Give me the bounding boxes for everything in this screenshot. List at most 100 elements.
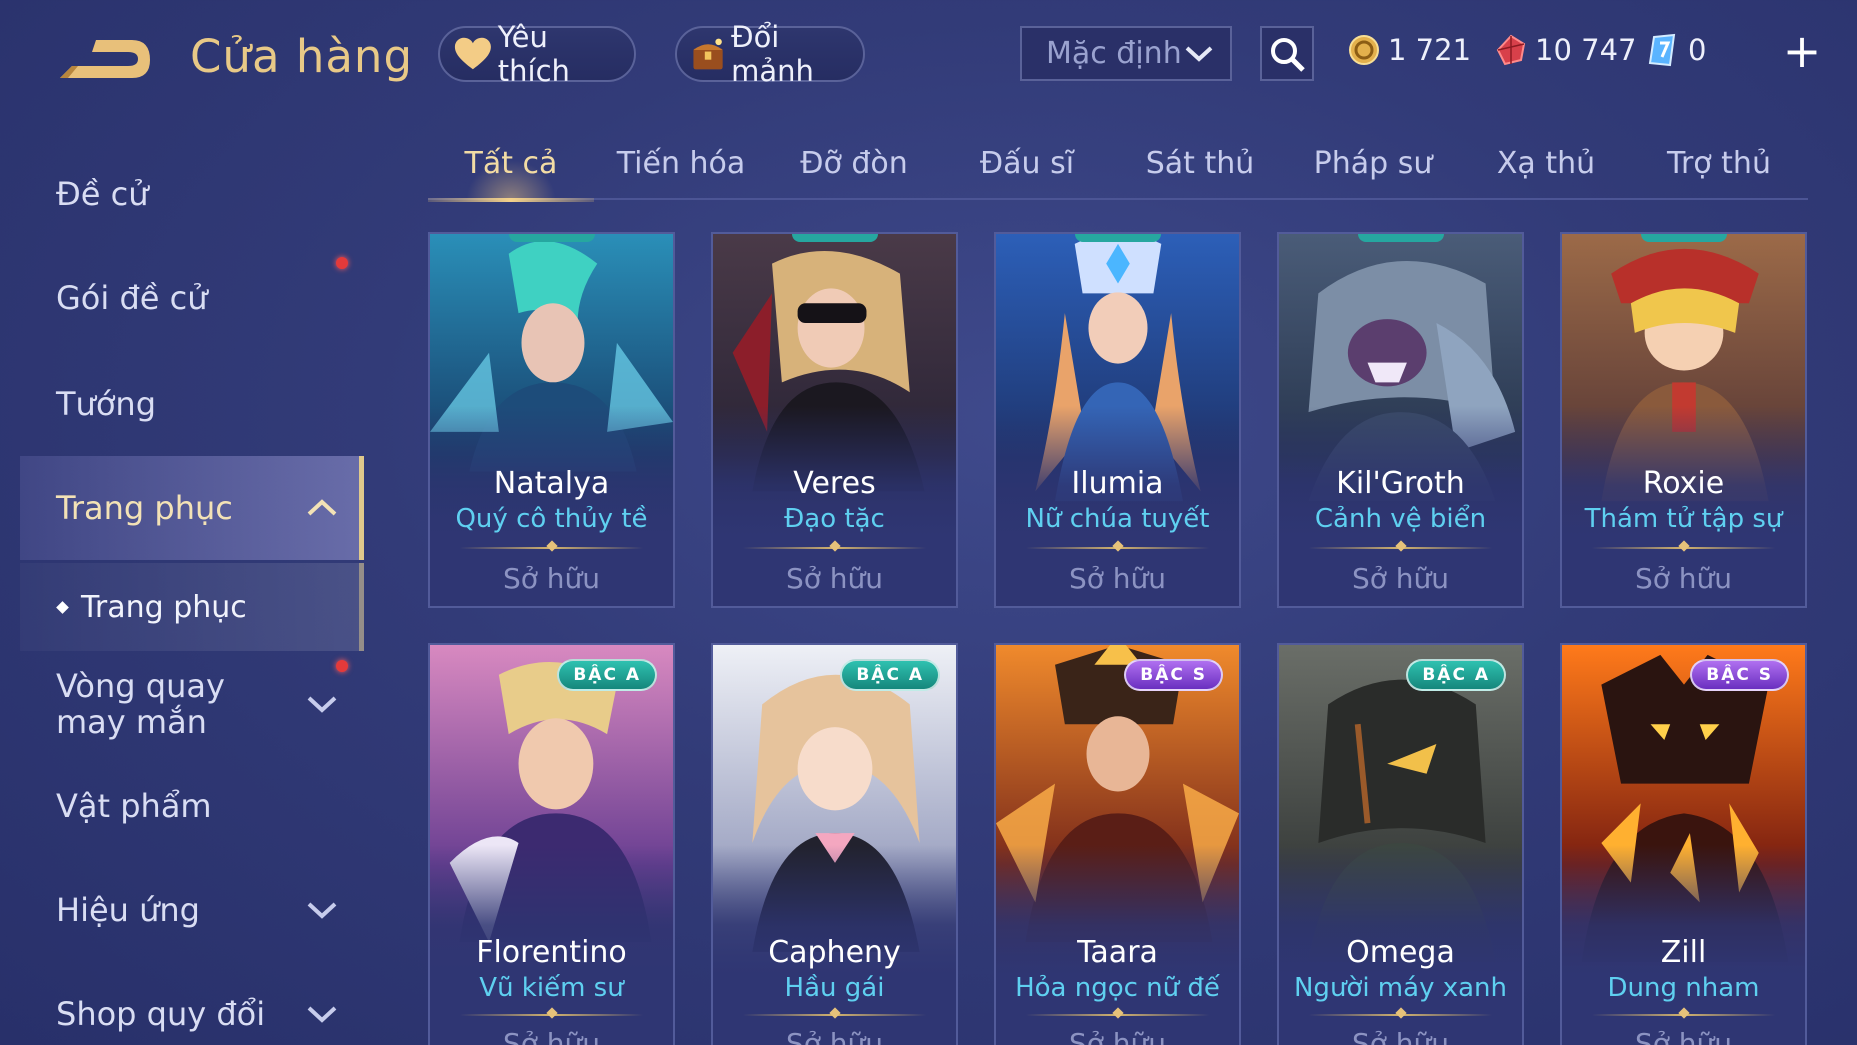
skin-name: Vũ kiếm sư: [479, 973, 624, 1003]
chevron-down-icon: [307, 696, 337, 713]
add-currency-button[interactable]: +: [1782, 26, 1822, 76]
card-divider: [1309, 547, 1492, 549]
chevron-down-icon: [307, 902, 337, 919]
search-icon: [1271, 37, 1305, 72]
ownership-status: Sở hữu: [1634, 562, 1733, 595]
chevron-down-icon: [307, 1006, 337, 1023]
sidebar-item-recommended-packs[interactable]: Gói đề cử: [0, 256, 364, 340]
sidebar-item-label: Đề cử: [56, 175, 149, 213]
sidebar-item-label: Hiệu ứng: [56, 891, 200, 929]
ownership-status: Sở hữu: [1351, 562, 1450, 595]
tab-fighter[interactable]: Đấu sĩ: [944, 140, 1110, 200]
ownership-status: Sở hữu: [502, 1027, 601, 1045]
red-gem-icon: [1496, 34, 1526, 66]
sidebar-item-exchange-shop[interactable]: Shop quy đổi: [0, 972, 364, 1045]
sidebar-item-heroes[interactable]: Tướng: [0, 362, 364, 446]
sidebar-subitem-label: Trang phục: [81, 589, 247, 625]
bullet-icon: [56, 600, 69, 614]
plus-icon: +: [1782, 24, 1822, 78]
sidebar-item-lucky-wheel[interactable]: Vòng quay may mắn: [0, 658, 364, 750]
sidebar-item-skins[interactable]: Trang phục: [20, 456, 364, 560]
hero-name: Kil'Groth: [1336, 466, 1465, 501]
skin-card[interactable]: BẬC A Capheny Hầu gái Sở hữu: [711, 643, 958, 1045]
sidebar-subitem-skins[interactable]: Trang phục: [20, 563, 364, 651]
skin-card[interactable]: Roxie Thám tử tập sự Sở hữu: [1560, 232, 1807, 608]
rank-badge: BẬC A: [1406, 659, 1506, 691]
card-divider: [1026, 1014, 1209, 1016]
card-top-tag: [1074, 234, 1161, 242]
skin-card[interactable]: Ilumia Nữ chúa tuyết Sở hữu: [994, 232, 1241, 608]
hero-name: Taara: [1077, 935, 1158, 970]
fragment-exchange-button[interactable]: Đổi mảnh: [675, 20, 865, 88]
skin-name: Hầu gái: [784, 973, 885, 1003]
tab-tank[interactable]: Đỡ đòn: [771, 140, 937, 200]
hero-name: Roxie: [1642, 466, 1725, 501]
treasure-chest-icon: [693, 38, 723, 70]
voucher-amount: 10 747: [1535, 33, 1637, 67]
heart-icon: [454, 37, 491, 70]
search-button[interactable]: [1260, 26, 1314, 81]
sidebar-item-label: Vòng quay may mắn: [56, 667, 225, 741]
sidebar-item-label: Trang phục: [56, 489, 233, 527]
hero-name: Omega: [1346, 935, 1455, 970]
skin-name: Đạo tặc: [784, 504, 885, 534]
notification-dot: [336, 257, 348, 269]
rank-badge: BẬC S: [1124, 659, 1223, 691]
sidebar-item-label: Tướng: [56, 385, 156, 423]
diamond-balance: 0: [1648, 30, 1706, 70]
ownership-status: Sở hữu: [785, 562, 884, 595]
gold-balance: 1 721: [1348, 30, 1471, 70]
ownership-status: Sở hữu: [1351, 1027, 1450, 1045]
skin-name: Nữ chúa tuyết: [1025, 504, 1210, 534]
skin-name: Thám tử tập sự: [1584, 504, 1783, 534]
sidebar-item-label: Gói đề cử: [56, 279, 208, 317]
skin-card[interactable]: Veres Đạo tặc Sở hữu: [711, 232, 958, 608]
card-divider: [743, 547, 926, 549]
sidebar-item-label: Vật phẩm: [56, 787, 212, 825]
tab-all[interactable]: Tất cả: [428, 140, 594, 202]
rank-badge: BẬC A: [557, 659, 657, 691]
voucher-balance: 10 747: [1495, 30, 1636, 70]
skin-name: Hỏa ngọc nữ đế: [1015, 973, 1220, 1003]
ownership-status: Sở hữu: [1634, 1027, 1733, 1045]
chevron-up-icon: [307, 499, 337, 516]
hero-name: Ilumia: [1071, 466, 1164, 501]
rank-badge: BẬC S: [1690, 659, 1789, 691]
gold-coin-icon: [1349, 35, 1379, 65]
ownership-status: Sở hữu: [502, 562, 601, 595]
card-top-tag: [508, 234, 595, 242]
favorite-button[interactable]: Yêu thích: [438, 20, 636, 88]
skin-card[interactable]: BẬC S Taara Hỏa ngọc nữ đế Sở hữu: [994, 643, 1241, 1045]
card-divider: [743, 1014, 926, 1016]
tab-marksman[interactable]: Xạ thủ: [1463, 140, 1629, 200]
chevron-down-icon: [1185, 46, 1213, 62]
skin-card[interactable]: Natalya Quý cô thủy tề Sở hữu: [428, 232, 675, 608]
card-divider: [1592, 1014, 1775, 1016]
hero-name: Capheny: [768, 935, 901, 970]
hero-name: Zill: [1660, 935, 1707, 970]
tab-assassin[interactable]: Sát thủ: [1117, 140, 1283, 200]
gold-amount: 1 721: [1388, 33, 1472, 67]
ownership-status: Sở hữu: [1068, 562, 1167, 595]
hero-name: Natalya: [493, 466, 610, 501]
hero-name: Florentino: [476, 935, 627, 970]
skin-card[interactable]: Kil'Groth Cảnh vệ biển Sở hữu: [1277, 232, 1524, 608]
favorite-label: Yêu thích: [497, 20, 570, 88]
sidebar-item-recommended[interactable]: Đề cử: [0, 152, 364, 236]
ownership-status: Sở hữu: [1068, 1027, 1167, 1045]
blue-crystal-icon: [1648, 33, 1676, 67]
notification-dot: [336, 660, 348, 672]
sort-value: Mặc định: [1046, 36, 1182, 71]
skin-card[interactable]: BẬC A Florentino Vũ kiếm sư Sở hữu: [428, 643, 675, 1045]
sidebar-item-effects[interactable]: Hiệu ứng: [0, 868, 364, 952]
tab-evolution[interactable]: Tiến hóa: [598, 140, 764, 200]
category-tabs: Tất cả Tiến hóa Đỡ đòn Đấu sĩ Sát thủ Ph…: [428, 140, 1808, 202]
skin-card[interactable]: BẬC A Omega Người máy xanh Sở hữu: [1277, 643, 1524, 1045]
back-button[interactable]: [52, 30, 158, 90]
sidebar-item-items[interactable]: Vật phẩm: [0, 764, 364, 848]
tab-support[interactable]: Trợ thủ: [1636, 140, 1802, 200]
skin-name: Cảnh vệ biển: [1314, 504, 1487, 534]
skin-card[interactable]: BẬC S Zill Dung nham Sở hữu: [1560, 643, 1807, 1045]
sort-dropdown[interactable]: Mặc định: [1020, 26, 1232, 81]
tab-mage[interactable]: Pháp sư: [1290, 140, 1456, 200]
